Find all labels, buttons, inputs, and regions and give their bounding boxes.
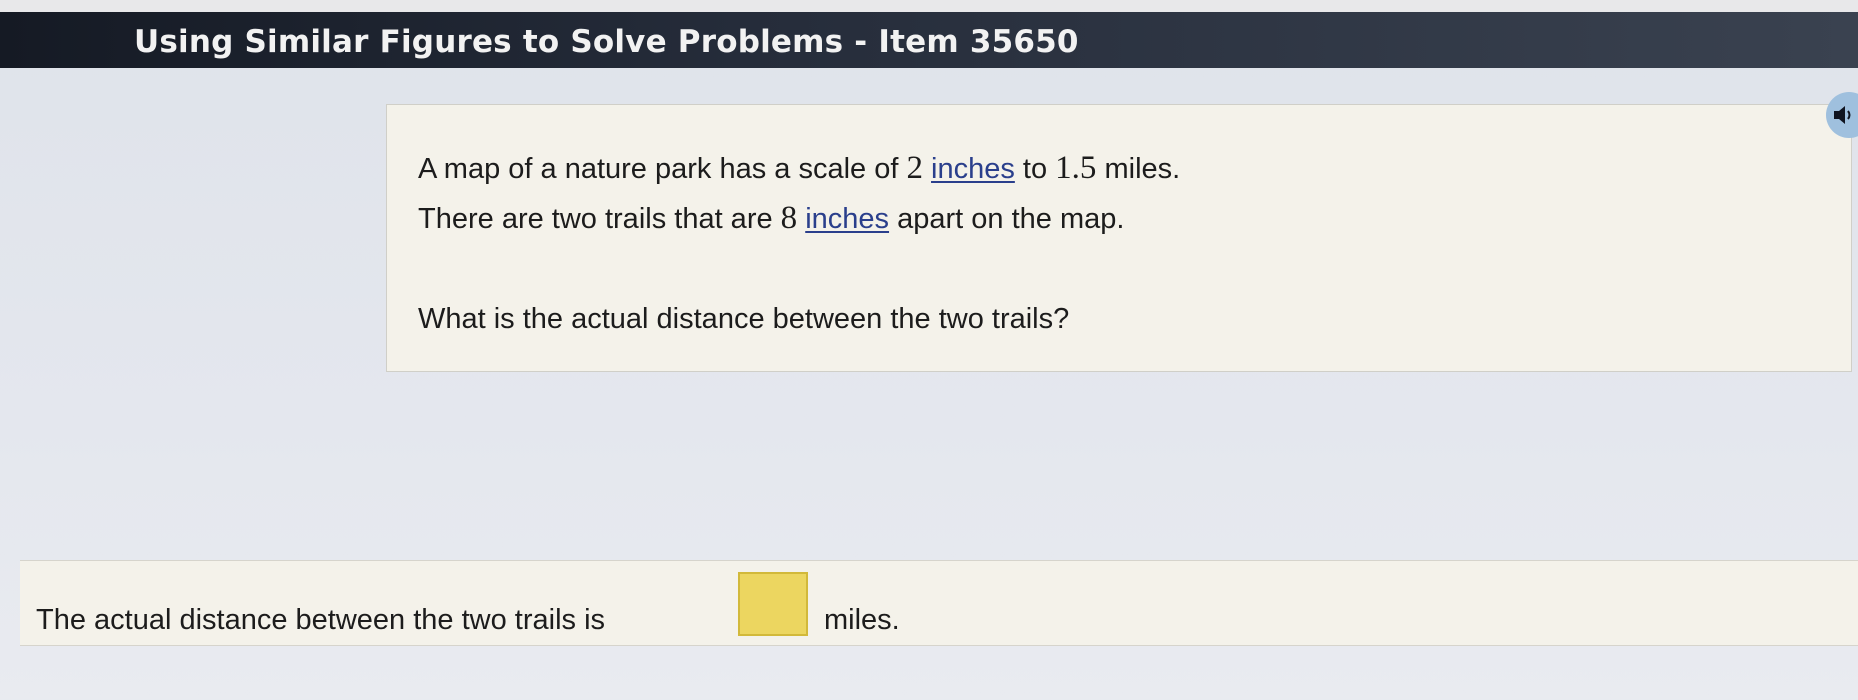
scale-map-value: 2 bbox=[906, 150, 923, 186]
answer-input-box[interactable] bbox=[738, 572, 808, 636]
distance-map-value: 8 bbox=[780, 200, 798, 236]
scale-actual-value: 1.5 bbox=[1055, 150, 1097, 186]
question-line-2: There are two trails that are 8 inches a… bbox=[418, 200, 1124, 237]
question-prompt: What is the actual distance between the … bbox=[418, 303, 1070, 335]
question-text: A map of a nature park has a scale of bbox=[418, 153, 907, 185]
speaker-icon bbox=[1834, 106, 1851, 124]
question-text: apart on the map. bbox=[889, 203, 1125, 235]
answer-prefix: The actual distance between the two trai… bbox=[36, 604, 606, 636]
question-line-1: A map of a nature park has a scale of 2 … bbox=[418, 150, 1180, 187]
answer-unit: miles. bbox=[824, 604, 900, 636]
page-title: Using Similar Figures to Solve Problems … bbox=[134, 24, 1079, 60]
question-text: There are two trails that are bbox=[418, 203, 781, 235]
question-text: to bbox=[1014, 153, 1056, 185]
glossary-term-inches[interactable]: inches bbox=[805, 203, 889, 235]
title-bar: Using Similar Figures to Solve Problems … bbox=[0, 12, 1858, 68]
glossary-term-inches[interactable]: inches bbox=[931, 153, 1015, 185]
question-text: miles. bbox=[1096, 153, 1181, 185]
top-strip bbox=[0, 0, 1858, 12]
